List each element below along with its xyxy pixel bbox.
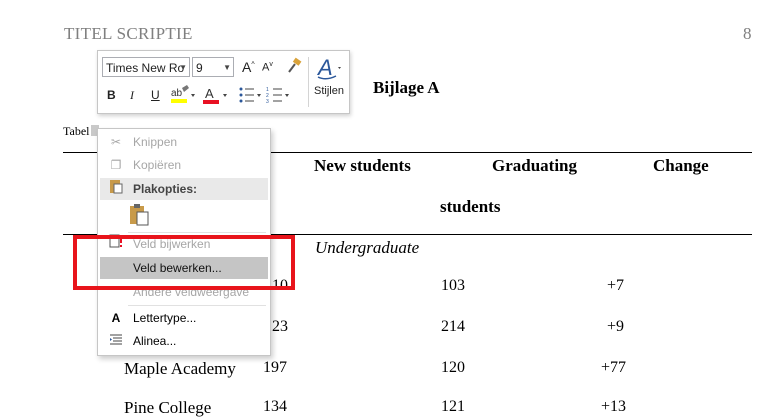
font-color-button[interactable]: A xyxy=(202,84,228,109)
menu-item-label: Knippen xyxy=(133,135,178,149)
table-header-change: Change xyxy=(653,156,709,175)
table-row-name: Pine College xyxy=(124,398,212,417)
chevron-down-icon: ▼ xyxy=(179,63,187,72)
font-icon: A xyxy=(111,311,121,325)
menu-item-font[interactable]: A Lettertype... xyxy=(100,307,268,329)
numbered-list-icon: 1 2 3 xyxy=(266,87,289,105)
highlight-button[interactable]: ab xyxy=(170,84,196,109)
font-name-value: Times New Ro xyxy=(106,61,185,75)
bullet-list-icon xyxy=(239,87,261,103)
table-header-new-students: New students xyxy=(314,156,411,175)
italic-button[interactable]: I xyxy=(130,88,134,103)
bold-icon: B xyxy=(107,88,116,102)
numbering-button[interactable]: 1 2 3 xyxy=(266,86,290,107)
copy-icon: ❐ xyxy=(110,158,122,172)
menu-separator xyxy=(128,305,266,306)
annotation-highlight-box xyxy=(73,235,295,290)
menu-item-label: Plakopties: xyxy=(133,182,198,196)
table-cell: +7 xyxy=(607,277,625,294)
menu-header-paste-options: Plakopties: xyxy=(100,178,268,200)
font-name-combobox[interactable]: Times New Ro ▼ xyxy=(102,57,190,77)
bold-button[interactable]: B xyxy=(107,88,116,102)
menu-item-label: Kopiëren xyxy=(133,158,182,172)
svg-text:3: 3 xyxy=(266,99,269,104)
table-cell: 103 xyxy=(441,277,465,294)
menu-item-label: Lettertype... xyxy=(133,311,197,325)
table-cell: +9 xyxy=(607,318,625,335)
caption-prefix: Tabel xyxy=(63,124,90,138)
format-painter-button[interactable] xyxy=(285,57,303,78)
page-number: 8 xyxy=(743,24,752,43)
shrink-font-button[interactable]: Av xyxy=(262,61,273,74)
chevron-down-icon: ▼ xyxy=(223,63,231,72)
styles-button[interactable]: A Stijlen xyxy=(312,55,346,97)
paste-options-icon xyxy=(107,178,125,201)
running-head: TITEL SCRIPTIE xyxy=(64,24,193,43)
table-header-graduating: Graduating xyxy=(492,156,578,175)
menu-item-label: Alinea... xyxy=(133,334,177,348)
paragraph-icon xyxy=(107,330,125,352)
underline-icon: U xyxy=(151,88,160,102)
table-cell: 134 xyxy=(263,398,287,415)
menu-item-cut[interactable]: ✂ Knippen xyxy=(100,131,268,153)
table-cell: 120 xyxy=(441,359,465,376)
menu-item-copy[interactable]: ❐ Kopiëren xyxy=(100,154,268,176)
menu-item-paragraph[interactable]: Alinea... xyxy=(100,330,268,352)
table-cell: 197 xyxy=(263,359,287,376)
table-section-label: Undergraduate xyxy=(315,238,420,257)
format-painter-icon xyxy=(288,57,302,73)
table-cell: 214 xyxy=(441,318,465,335)
svg-text:ab: ab xyxy=(171,88,183,99)
clipboard-icon xyxy=(130,204,149,226)
styles-icon: A xyxy=(316,55,341,80)
scissors-icon: ✂ xyxy=(110,135,122,149)
toolbar-divider xyxy=(308,57,309,107)
font-size-combobox[interactable]: 9 ▼ xyxy=(192,57,234,77)
font-color-icon: A xyxy=(203,86,227,104)
table-caption: Tabel xyxy=(63,124,100,139)
table-row-name: Maple Academy xyxy=(124,359,236,378)
table-cell: 23 xyxy=(272,318,288,335)
table-cell: 121 xyxy=(441,398,465,415)
mini-toolbar: Times New Ro ▼ 9 ▼ A^ Av A Stijlen B I U… xyxy=(97,50,350,114)
bullets-button[interactable] xyxy=(238,86,262,107)
italic-icon: I xyxy=(130,88,134,102)
table-cell: +77 xyxy=(601,359,627,376)
svg-text:A: A xyxy=(316,55,333,80)
grow-font-icon: A xyxy=(242,59,252,75)
styles-label: Stijlen xyxy=(314,85,344,97)
table-cell: +13 xyxy=(601,398,627,415)
grow-font-button[interactable]: A^ xyxy=(242,59,255,75)
table-header-students: students xyxy=(440,197,501,216)
font-size-value: 9 xyxy=(196,61,203,75)
highlighter-icon: ab xyxy=(171,85,195,103)
appendix-title: Bijlage A xyxy=(373,78,440,97)
paste-keep-formatting-button[interactable] xyxy=(128,203,152,232)
svg-text:A: A xyxy=(205,86,214,101)
underline-button[interactable]: U xyxy=(151,88,160,102)
